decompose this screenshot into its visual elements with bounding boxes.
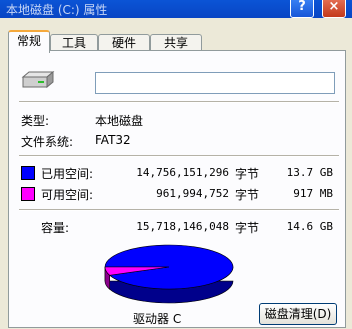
used-space-bytes: 14,756,151,296 <box>136 166 229 179</box>
used-space-size: 13.7 GB <box>286 166 333 179</box>
capacity-bytes: 15,718,146,048 <box>136 220 229 233</box>
window-title: 本地磁盘 (C:) 属性 <box>6 3 108 17</box>
separator <box>19 101 339 103</box>
drive-icon <box>21 71 55 89</box>
free-space-swatch <box>21 187 35 201</box>
capacity-label: 容量: <box>41 221 70 235</box>
disk-usage-pie-chart <box>104 244 234 304</box>
title-bar: 本地磁盘 (C:) 属性 ? × <box>0 0 352 18</box>
general-panel: 类型: 本地磁盘 文件系统: FAT32 已用空间: 14,756,151,29… <box>8 50 346 328</box>
capacity-unit: 字节 <box>235 221 260 235</box>
free-space-size: 917 MB <box>293 187 333 200</box>
type-value: 本地磁盘 <box>95 114 144 128</box>
volume-name-input[interactable] <box>95 72 335 94</box>
tab-sharing[interactable]: 共享 <box>150 34 202 51</box>
used-space-label: 已用空间: <box>41 167 94 181</box>
free-space-label: 可用空间: <box>41 188 94 202</box>
tab-hardware[interactable]: 硬件 <box>98 34 150 51</box>
free-space-bytes: 961,994,752 <box>156 187 229 200</box>
filesystem-label: 文件系统: <box>21 135 74 149</box>
used-space-swatch <box>21 166 35 180</box>
tab-general[interactable]: 常规 <box>8 30 50 53</box>
close-button[interactable]: × <box>322 0 346 18</box>
separator <box>19 209 339 211</box>
type-label: 类型: <box>21 114 50 128</box>
capacity-size: 14.6 GB <box>286 220 333 233</box>
drive-label: 驱动器 C <box>133 312 182 326</box>
tab-tools[interactable]: 工具 <box>50 34 98 51</box>
filesystem-value: FAT32 <box>95 133 131 147</box>
separator <box>19 155 339 157</box>
help-button[interactable]: ? <box>290 0 314 18</box>
disk-cleanup-button[interactable]: 磁盘清理(D) <box>259 303 337 325</box>
free-space-unit: 字节 <box>235 188 260 202</box>
used-space-unit: 字节 <box>235 167 260 181</box>
